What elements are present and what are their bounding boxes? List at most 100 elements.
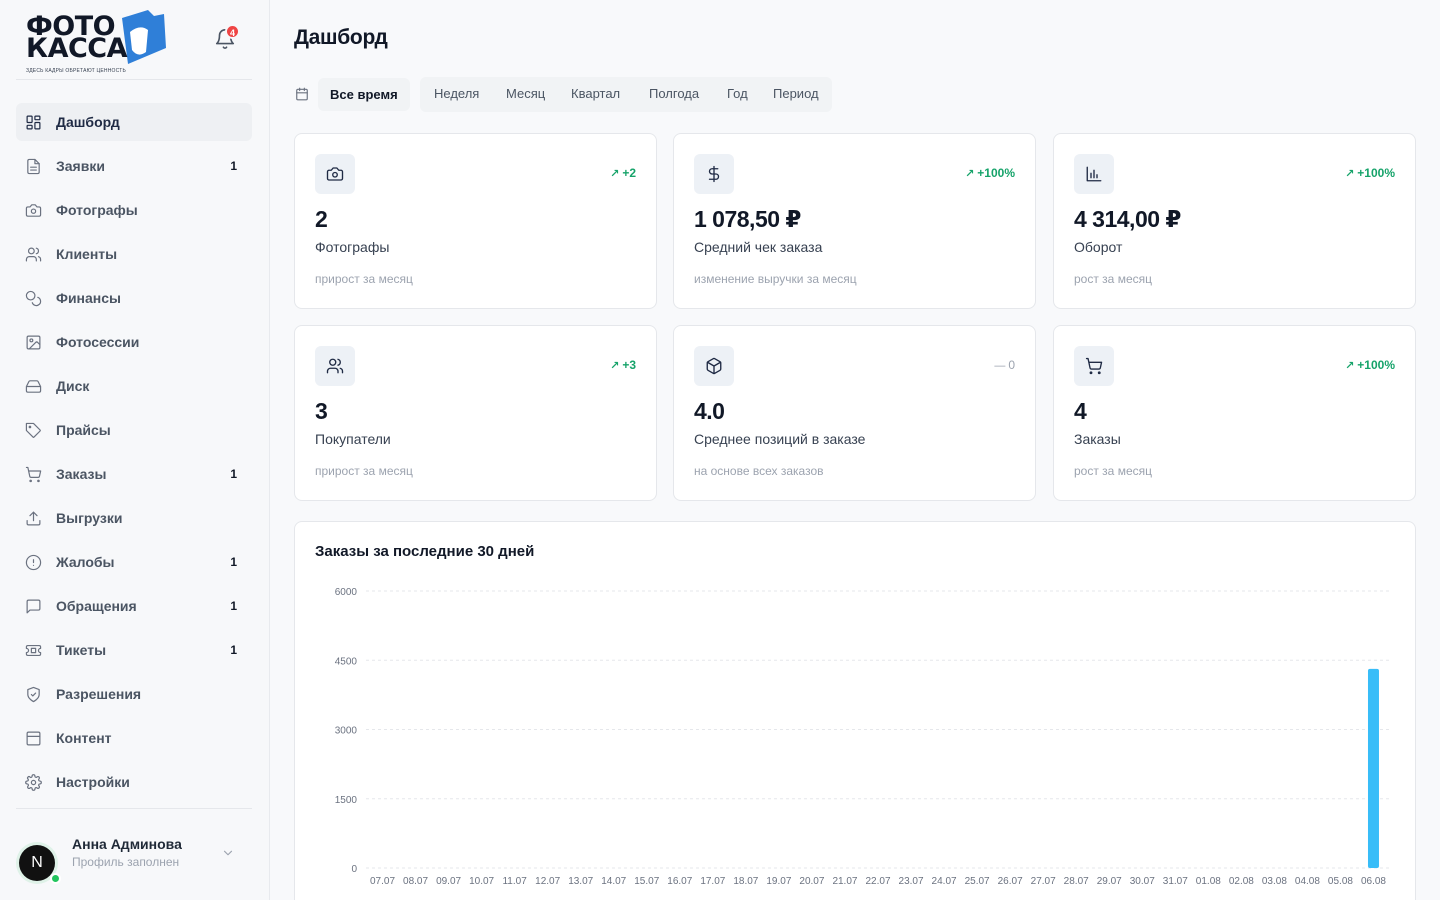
- stat-label: Фотографы: [315, 239, 390, 255]
- stat-card-icon-box: [315, 346, 355, 386]
- x-tick-label: 01.08: [1196, 876, 1221, 887]
- stat-value: 4.0: [694, 398, 725, 424]
- sidebar-item-content[interactable]: Контент: [16, 719, 252, 757]
- sidebar-item-permissions[interactable]: Разрешения: [16, 675, 252, 713]
- period-tab-quarter[interactable]: Квартал: [571, 86, 620, 101]
- period-tab-all-time[interactable]: Все время: [318, 78, 410, 111]
- stat-caption: прирост за месяц: [315, 464, 413, 478]
- trend-indicator: ↗ +2: [610, 166, 636, 180]
- page-title: Дашборд: [294, 26, 388, 49]
- y-tick-label: 3000: [335, 726, 358, 737]
- x-tick-label: 07.07: [370, 876, 395, 887]
- image-icon: [26, 335, 41, 350]
- sidebar-item-tickets[interactable]: Тикеты 1: [16, 631, 252, 669]
- stat-label: Среднее позиций в заказе: [694, 431, 866, 447]
- sidebar-item-settings[interactable]: Настройки: [16, 763, 252, 801]
- period-tab-year[interactable]: Год: [727, 86, 748, 101]
- x-tick-label: 14.07: [601, 876, 626, 887]
- x-tick-label: 23.07: [899, 876, 924, 887]
- period-tab-half-year[interactable]: Полгода: [649, 86, 699, 101]
- period-tab-week[interactable]: Неделя: [434, 86, 479, 101]
- trend-indicator: ↗ +100%: [1345, 166, 1395, 180]
- stat-value: 1 078,50 ₽: [694, 206, 801, 232]
- cart-icon: [1085, 357, 1103, 375]
- sidebar-item-disk[interactable]: Диск: [16, 367, 252, 405]
- sidebar-item-orders[interactable]: Заказы 1: [16, 455, 252, 493]
- stat-card-average-check[interactable]: ↗ +100% 1 078,50 ₽ Средний чек заказа измене…: [673, 133, 1036, 309]
- sidebar-item-label: Заявки: [56, 158, 105, 174]
- sidebar-item-finance[interactable]: Финансы: [16, 279, 252, 317]
- stat-card-customers[interactable]: ↗ +3 3 Покупатели прирост за месяц: [294, 325, 657, 501]
- x-tick-label: 30.07: [1130, 876, 1155, 887]
- sidebar-item-appeals[interactable]: Обращения 1: [16, 587, 252, 625]
- x-tick-label: 05.08: [1328, 876, 1353, 887]
- x-tick-label: 06.08: [1361, 876, 1386, 887]
- x-tick-label: 13.07: [568, 876, 593, 887]
- period-tab-month[interactable]: Месяц: [506, 86, 545, 101]
- x-tick-label: 19.07: [766, 876, 791, 887]
- trend-indicator: —0: [994, 358, 1015, 372]
- sidebar-item-prices[interactable]: Прайсы: [16, 411, 252, 449]
- hard-drive-icon: [25, 380, 42, 393]
- sidebar-item-label: Выгрузки: [56, 510, 123, 526]
- user-status: Профиль заполнен: [72, 855, 180, 869]
- sidebar-item-photographers[interactable]: Фотографы: [16, 191, 252, 229]
- stat-card-icon-box: [694, 346, 734, 386]
- x-tick-label: 15.07: [634, 876, 659, 887]
- calendar-icon: [296, 87, 308, 101]
- sidebar-item-exports[interactable]: Выгрузки: [16, 499, 252, 537]
- gear-icon: [25, 774, 42, 791]
- stat-label: Покупатели: [315, 431, 391, 447]
- stat-label: Оборот: [1074, 239, 1123, 255]
- period-tab-custom[interactable]: Период: [773, 86, 819, 101]
- upload-icon: [26, 511, 41, 526]
- stat-card-avg-items[interactable]: —0 4.0 Среднее позиций в заказе на основе в…: [673, 325, 1036, 501]
- sidebar-item-requests[interactable]: Заявки 1: [16, 147, 252, 185]
- x-tick-label: 02.08: [1229, 876, 1254, 887]
- stat-card-turnover[interactable]: ↗ +100% 4 314,00 ₽ Оборот рост за месяц: [1053, 133, 1416, 309]
- sidebar-item-dashboard[interactable]: Дашборд: [16, 103, 252, 141]
- stat-card-photographers[interactable]: ↗ +2 2 Фотографы прирост за месяц: [294, 133, 657, 309]
- sidebar-item-label: Диск: [56, 378, 90, 394]
- trend-indicator: ↗ +100%: [965, 166, 1015, 180]
- sidebar-item-complaints[interactable]: Жалобы 1: [16, 543, 252, 581]
- user-menu[interactable]: N Анна Админова Профиль заполнен: [16, 832, 252, 884]
- stat-caption: прирост за месяц: [315, 272, 413, 286]
- stat-value: 3: [315, 398, 328, 424]
- trend-up-icon: ↗: [610, 360, 620, 372]
- ticket-icon: [25, 644, 42, 657]
- sidebar-item-clients[interactable]: Клиенты: [16, 235, 252, 273]
- x-tick-label: 31.07: [1163, 876, 1188, 887]
- x-tick-label: 20.07: [799, 876, 824, 887]
- x-tick-label: 16.07: [667, 876, 692, 887]
- stat-value: 4: [1074, 398, 1087, 424]
- layout-icon: [26, 731, 41, 746]
- stat-card-orders[interactable]: ↗ +100% 4 Заказы рост за месяц: [1053, 325, 1416, 501]
- sidebar: ФОТО КАССА ЗДЕСЬ КАДРЫ ОБРЕТАЮТ ЦЕННОСТЬ…: [0, 0, 270, 900]
- x-tick-label: 25.07: [965, 876, 990, 887]
- chevron-down-icon[interactable]: [221, 846, 235, 860]
- orders-bar-chart: 0 1500 3000 4500 6000 07.07 08.07 09.07 10.07 11.…: [335, 587, 1390, 887]
- logo-tagline: ЗДЕСЬ КАДРЫ ОБРЕТАЮТ ЦЕННОСТЬ: [26, 68, 126, 74]
- sidebar-item-label: Клиенты: [56, 246, 118, 262]
- x-tick-label: 17.07: [700, 876, 725, 887]
- trend-up-icon: ↗: [610, 168, 620, 180]
- stat-value: 2: [315, 206, 328, 232]
- sidebar-item-label: Разрешения: [56, 686, 142, 702]
- stat-caption: изменение выручки за месяц: [694, 272, 857, 286]
- sidebar-item-photosessions[interactable]: Фотосессии: [16, 323, 252, 361]
- divider: [16, 79, 252, 80]
- sidebar-item-count: 1: [230, 555, 237, 569]
- stat-caption: рост за месяц: [1074, 272, 1152, 286]
- x-tick-label: 28.07: [1064, 876, 1089, 887]
- shield-icon: [27, 686, 40, 703]
- stat-label: Заказы: [1074, 431, 1121, 447]
- sidebar-item-label: Жалобы: [56, 554, 115, 570]
- y-tick-label: 6000: [335, 587, 358, 598]
- box-icon: [706, 357, 722, 375]
- logo[interactable]: ФОТО КАССА ЗДЕСЬ КАДРЫ ОБРЕТАЮТ ЦЕННОСТЬ: [26, 8, 168, 76]
- dashboard-icon: [26, 115, 41, 130]
- stat-caption: на основе всех заказов: [694, 464, 824, 478]
- y-tick-label: 1500: [335, 795, 358, 806]
- stat-card-icon-box: [694, 154, 734, 194]
